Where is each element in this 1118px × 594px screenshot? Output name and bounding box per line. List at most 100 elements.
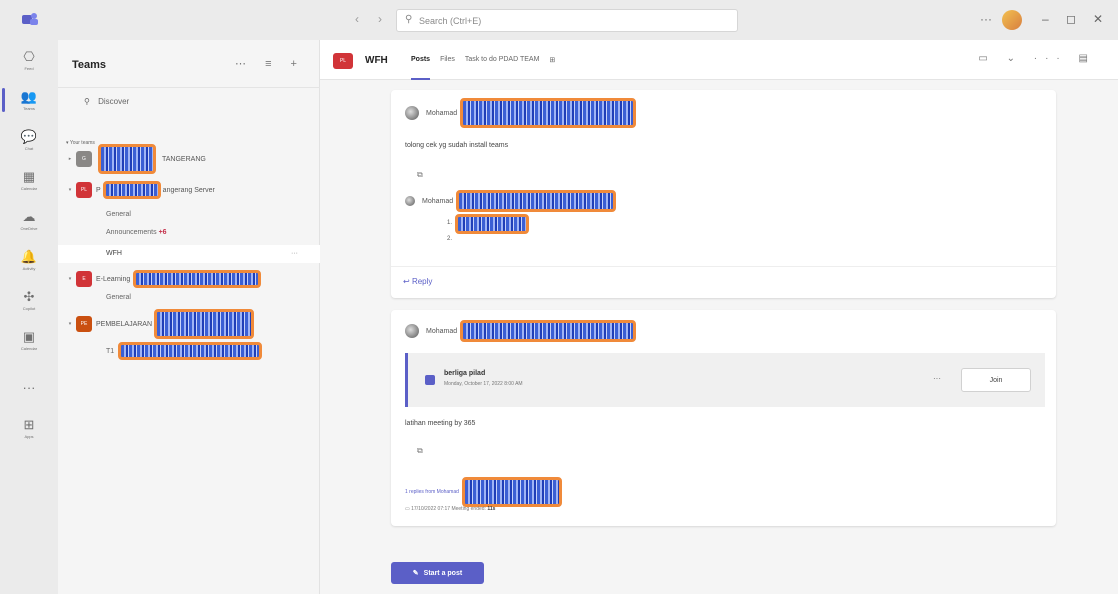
rail-item-calendar-grid[interactable]: ▣ Calendar xyxy=(0,320,58,360)
list-item: 1. xyxy=(447,220,453,226)
team-name: E-Learning xyxy=(96,275,131,283)
channel-title: WFH xyxy=(365,55,388,66)
channel-announcements[interactable]: Announcements +6 xyxy=(106,229,167,236)
redacted-text xyxy=(455,214,529,234)
tab-posts[interactable]: Posts xyxy=(411,56,431,80)
calendar-grid-icon: ▣ xyxy=(22,328,36,344)
caret-down-icon: ▾ xyxy=(68,276,72,282)
back-icon[interactable]: ‹ xyxy=(355,12,359,26)
more-icon[interactable]: ··· xyxy=(933,374,941,383)
team-avatar: PL xyxy=(76,182,92,198)
mention-badge: +6 xyxy=(158,229,167,236)
team-name: P xyxy=(96,186,101,194)
tab-files[interactable]: Files xyxy=(440,56,455,64)
rail-item-activity[interactable]: 🔔 Activity xyxy=(0,240,58,280)
channel-team-avatar: PL xyxy=(333,53,353,69)
message-text: tolong cek yg sudah install teams xyxy=(405,142,509,149)
caret-right-icon: ▸ xyxy=(68,156,72,162)
post-author: Mohamad xyxy=(405,98,637,128)
more-options-icon[interactable]: ··· xyxy=(980,12,992,26)
discover-icon: ⚲ xyxy=(84,97,90,106)
avatar[interactable] xyxy=(405,196,415,206)
redacted-text xyxy=(154,309,255,339)
team-item[interactable]: ▾ PE PEMBELAJARAN xyxy=(64,309,255,339)
rail-item-teams[interactable]: 👥 Teams xyxy=(0,80,58,120)
attachment-icon[interactable]: ⧉ xyxy=(417,446,423,456)
redacted-text xyxy=(460,98,637,128)
caret-down-icon: ▾ xyxy=(68,321,72,327)
maximize-icon[interactable]: ◻ xyxy=(1066,12,1076,26)
team-item[interactable]: ▾ E E-Learning xyxy=(64,270,262,288)
close-icon[interactable]: ✕ xyxy=(1093,12,1103,26)
add-tab-icon[interactable]: ⊞ xyxy=(549,56,555,64)
channel-header-controls[interactable]: ▭ ⌄ ··· ▤ xyxy=(978,53,1096,64)
reply-area xyxy=(391,266,1056,298)
teams-panel-title: Teams xyxy=(72,59,107,71)
teams-panel-actions[interactable]: ⋯ ≡ + xyxy=(235,57,305,70)
post-card: Mohamad berliga pilad Monday, October 17… xyxy=(391,310,1056,526)
discover-label: Discover xyxy=(98,97,130,106)
meeting-card[interactable]: berliga pilad Monday, October 17, 2022 8… xyxy=(405,353,1045,407)
rail-item-more[interactable]: ··· xyxy=(0,368,58,408)
author-name: Mohamad xyxy=(426,327,458,335)
team-avatar: E xyxy=(76,271,92,287)
avatar[interactable] xyxy=(405,324,419,338)
redacted-text xyxy=(461,477,562,507)
reply-icon: ↩ xyxy=(403,277,410,286)
more-icon: ··· xyxy=(22,380,36,395)
rail-item-apps[interactable]: ⊞ Apps xyxy=(0,408,58,448)
compose-icon: ✎ xyxy=(412,570,419,577)
author-name: Mohamad xyxy=(422,197,454,205)
rail-item-chat[interactable]: 💬 Chat xyxy=(0,120,58,160)
channel-wfh[interactable]: WFH ··· xyxy=(58,245,320,263)
search-icon: ⚲ xyxy=(405,14,413,25)
discover-button[interactable]: ⚲ Discover xyxy=(84,97,129,106)
your-teams-label[interactable]: ▾ Your teams xyxy=(66,140,95,146)
teams-panel: Teams ⋯ ≡ + ⚲ Discover ▾ Your teams ▸ G … xyxy=(58,40,320,594)
reply-button[interactable]: ↩ Reply xyxy=(403,277,432,286)
bell-icon: 🔔 xyxy=(20,248,38,264)
rail-item-copilot[interactable]: ✣ Copilot xyxy=(0,280,58,320)
meeting-ended-info: ▭ 17/10/2022 07:17 Meeting ended: 11s xyxy=(405,506,496,512)
channel-more-icon[interactable]: ··· xyxy=(291,245,298,263)
app-rail: ⎔ Feed 👥 Teams 💬 Chat ▦ Calendar ☁ OneDr… xyxy=(0,40,58,594)
forward-icon[interactable]: › xyxy=(378,12,382,26)
profile-avatar[interactable] xyxy=(1002,10,1022,30)
divider xyxy=(58,87,320,88)
replies-link[interactable]: 1 replies from Mohamad xyxy=(405,477,562,507)
message-text: latihan meeting by 365 xyxy=(405,420,476,427)
meeting-icon xyxy=(425,375,435,385)
teams-icon: 👥 xyxy=(20,88,38,104)
channel-general-2[interactable]: General xyxy=(106,294,131,301)
avatar[interactable] xyxy=(405,106,419,120)
team-item[interactable]: ▸ G TANGERANG xyxy=(64,144,206,174)
channel-t1[interactable]: T1 xyxy=(106,342,263,360)
team-item[interactable]: ▾ PL P angerang Server xyxy=(64,181,215,199)
team-avatar: G xyxy=(76,151,92,167)
team-name: PEMBELAJARAN xyxy=(96,320,153,328)
start-post-button[interactable]: ✎ Start a post xyxy=(391,562,484,584)
redacted-text xyxy=(133,270,262,288)
redacted-text xyxy=(118,342,263,360)
redacted-text xyxy=(102,181,161,199)
feed-icon: ⎔ xyxy=(23,48,35,64)
rail-item-feed[interactable]: ⎔ Feed xyxy=(0,40,58,80)
redacted-text xyxy=(456,190,617,212)
channel-general[interactable]: General xyxy=(106,211,131,218)
rail-item-calendar[interactable]: ▦ Calendar xyxy=(0,160,58,200)
list-item: 2. xyxy=(447,236,453,242)
join-button[interactable]: Join xyxy=(961,368,1031,392)
rail-item-onedrive[interactable]: ☁ OneDrive xyxy=(0,200,58,240)
author-name: Mohamad xyxy=(426,109,458,117)
search-input[interactable]: ⚲ Search (Ctrl+E) xyxy=(396,9,738,32)
minimize-icon[interactable]: – xyxy=(1042,12,1049,26)
channel-tabs: Posts Files Task to do PDAD TEAM ⊞ xyxy=(411,56,555,80)
redacted-text xyxy=(98,144,156,174)
redacted-text xyxy=(460,320,637,342)
post-author: Mohamad xyxy=(405,320,637,342)
copilot-icon: ✣ xyxy=(23,288,35,304)
teams-logo-icon xyxy=(22,13,38,25)
meeting-title: berliga pilad xyxy=(444,370,486,377)
attachment-icon[interactable]: ⧉ xyxy=(417,170,423,180)
tab-task[interactable]: Task to do PDAD TEAM xyxy=(465,56,540,64)
